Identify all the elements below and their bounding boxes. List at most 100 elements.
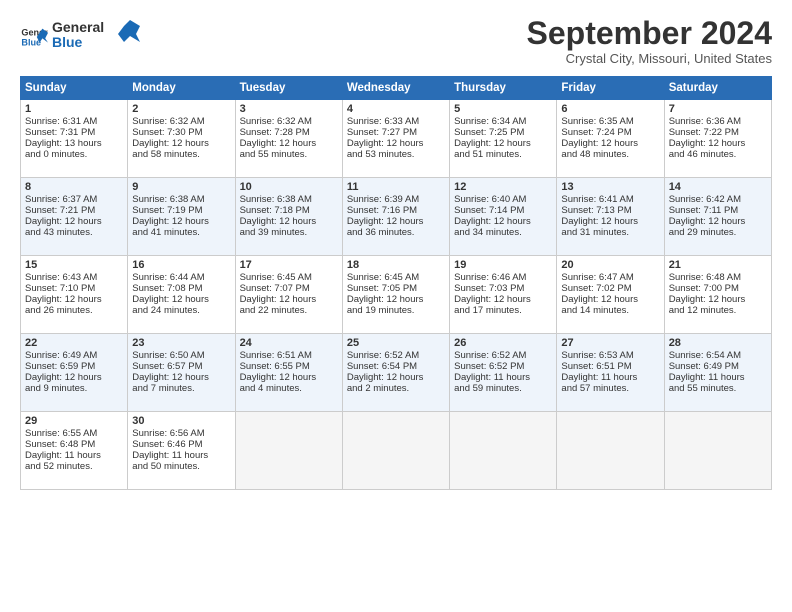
day-info: Daylight: 12 hours [669,294,767,305]
day-number: 4 [347,103,445,115]
day-info: Sunrise: 6:42 AM [669,194,767,205]
day-info: Daylight: 11 hours [561,372,659,383]
day-info: and 2 minutes. [347,383,445,394]
svg-text:Blue: Blue [52,34,83,50]
day-info: Sunset: 7:05 PM [347,283,445,294]
table-row: 28Sunrise: 6:54 AMSunset: 6:49 PMDayligh… [664,334,771,412]
col-saturday: Saturday [664,77,771,100]
day-info: Daylight: 12 hours [25,216,123,227]
day-info: Sunset: 7:00 PM [669,283,767,294]
header: General Blue General Blue September 2024… [20,16,772,66]
table-row: 24Sunrise: 6:51 AMSunset: 6:55 PMDayligh… [235,334,342,412]
day-info: and 51 minutes. [454,149,552,160]
day-info: Sunrise: 6:48 AM [669,272,767,283]
table-row: 19Sunrise: 6:46 AMSunset: 7:03 PMDayligh… [450,256,557,334]
table-row: 9Sunrise: 6:38 AMSunset: 7:19 PMDaylight… [128,178,235,256]
table-row: 26Sunrise: 6:52 AMSunset: 6:52 PMDayligh… [450,334,557,412]
day-info: Sunset: 7:27 PM [347,127,445,138]
day-number: 20 [561,259,659,271]
day-number: 30 [132,415,230,427]
day-number: 8 [25,181,123,193]
day-info: Sunrise: 6:46 AM [454,272,552,283]
day-info: Daylight: 12 hours [561,294,659,305]
day-info: Sunrise: 6:50 AM [132,350,230,361]
day-number: 12 [454,181,552,193]
day-info: Daylight: 12 hours [132,138,230,149]
day-number: 17 [240,259,338,271]
week-row: 22Sunrise: 6:49 AMSunset: 6:59 PM Dayligh… [21,334,772,412]
day-info: and 19 minutes. [347,305,445,316]
col-thursday: Thursday [450,77,557,100]
table-row: 2Sunrise: 6:32 AMSunset: 7:30 PMDaylight… [128,100,235,178]
day-info: and 59 minutes. [454,383,552,394]
day-info: Sunrise: 6:52 AM [454,350,552,361]
day-number: 22 [25,337,123,349]
day-info: Sunrise: 6:51 AM [240,350,338,361]
day-info: Daylight: 12 hours [240,294,338,305]
col-friday: Friday [557,77,664,100]
day-info: Sunrise: 6:53 AM [561,350,659,361]
day-info: Sunrise: 6:45 AM [347,272,445,283]
day-info: Sunrise: 6:54 AM [669,350,767,361]
day-info: Sunrise: 6:36 AM [669,116,767,127]
day-info: and 58 minutes. [132,149,230,160]
day-info: and 48 minutes. [561,149,659,160]
day-info: Sunrise: 6:33 AM [347,116,445,127]
day-info: Daylight: 12 hours [132,372,230,383]
day-info: Sunset: 6:57 PM [132,361,230,372]
col-tuesday: Tuesday [235,77,342,100]
week-row: 15Sunrise: 6:43 AMSunset: 7:10 PMDayligh… [21,256,772,334]
day-info: Sunrise: 6:55 AM [25,428,123,439]
day-number: 18 [347,259,445,271]
day-number: 10 [240,181,338,193]
day-info: Daylight: 12 hours [454,216,552,227]
table-row: 7Sunrise: 6:36 AMSunset: 7:22 PMDaylight… [664,100,771,178]
day-info: Sunset: 7:11 PM [669,205,767,216]
table-row: 1Sunrise: 6:31 AMSunset: 7:31 PMDaylight… [21,100,128,178]
day-info: and 39 minutes. [240,227,338,238]
table-row: 20Sunrise: 6:47 AMSunset: 7:02 PMDayligh… [557,256,664,334]
day-info: Sunset: 7:31 PM [25,127,123,138]
table-row: 5Sunrise: 6:34 AMSunset: 7:25 PMDaylight… [450,100,557,178]
day-info: Daylight: 12 hours [561,138,659,149]
empty-cell [557,412,664,490]
day-info: and 41 minutes. [132,227,230,238]
table-row: 15Sunrise: 6:43 AMSunset: 7:10 PMDayligh… [21,256,128,334]
day-number: 26 [454,337,552,349]
day-info: Sunrise: 6:52 AM [347,350,445,361]
table-row: 21Sunrise: 6:48 AMSunset: 7:00 PMDayligh… [664,256,771,334]
day-info: Sunrise: 6:47 AM [561,272,659,283]
table-row: 23Sunrise: 6:50 AMSunset: 6:57 PMDayligh… [128,334,235,412]
day-info: Sunrise: 6:43 AM [25,272,123,283]
day-info: Sunset: 6:55 PM [240,361,338,372]
day-number: 19 [454,259,552,271]
table-row: 30Sunrise: 6:56 AMSunset: 6:46 PMDayligh… [128,412,235,490]
day-info: Daylight: 11 hours [132,450,230,461]
day-info: Daylight: 12 hours [25,294,123,305]
col-monday: Monday [128,77,235,100]
day-info: Sunset: 7:08 PM [132,283,230,294]
day-info: Sunset: 7:25 PM [454,127,552,138]
day-number: 29 [25,415,123,427]
day-info: Sunset: 7:02 PM [561,283,659,294]
col-wednesday: Wednesday [342,77,449,100]
calendar-page: General Blue General Blue September 2024… [0,0,792,612]
day-info: Daylight: 12 hours [669,216,767,227]
table-row: 27Sunrise: 6:53 AMSunset: 6:51 PMDayligh… [557,334,664,412]
day-info: Sunrise: 6:45 AM [240,272,338,283]
day-info: and 22 minutes. [240,305,338,316]
table-row: 25Sunrise: 6:52 AMSunset: 6:54 PMDayligh… [342,334,449,412]
day-info: Daylight: 12 hours [132,294,230,305]
day-info: Sunset: 7:22 PM [669,127,767,138]
day-info: Sunset: 6:59 PM [25,361,123,372]
day-info: Sunset: 6:46 PM [132,439,230,450]
table-row: 8Sunrise: 6:37 AMSunset: 7:21 PMDaylight… [21,178,128,256]
calendar-table: Sunday Monday Tuesday Wednesday Thursday… [20,76,772,490]
day-number: 25 [347,337,445,349]
day-info: Sunrise: 6:49 AM [25,350,123,361]
day-info: Sunset: 7:07 PM [240,283,338,294]
day-number: 24 [240,337,338,349]
title-block: September 2024 Crystal City, Missouri, U… [527,16,772,66]
day-info: Sunrise: 6:44 AM [132,272,230,283]
day-info: Daylight: 12 hours [240,138,338,149]
